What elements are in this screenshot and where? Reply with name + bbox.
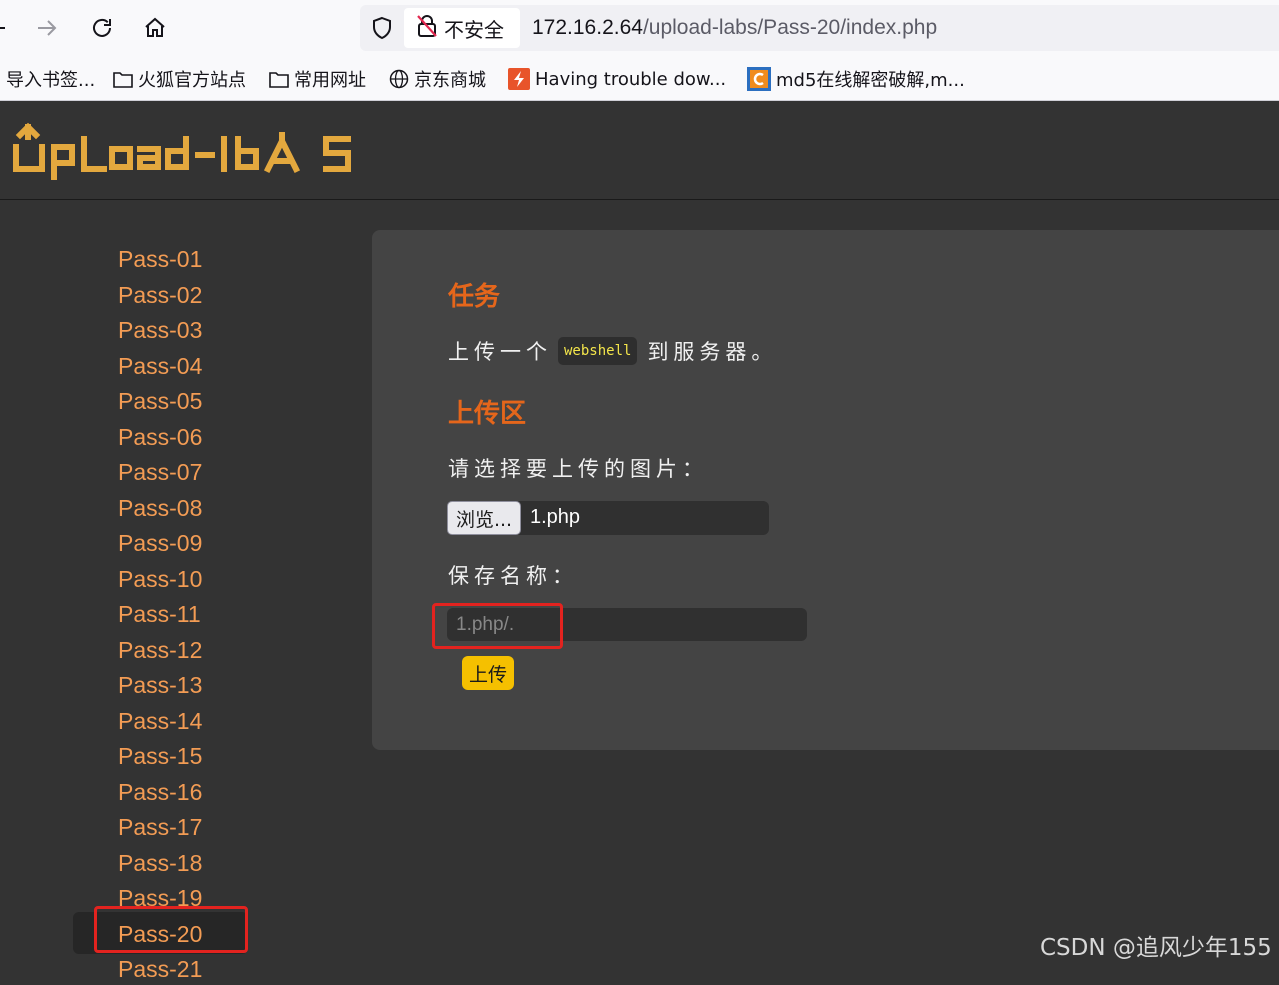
folder-icon [113,70,133,88]
bookmark-label: 常用网址 [294,70,366,91]
sidebar-item-pass-08[interactable]: Pass-08 [118,492,202,524]
security-label: 不安全 [444,17,504,42]
sidebar-item-pass-07[interactable]: Pass-07 [118,456,202,488]
security-indicator[interactable]: 不安全 [404,8,520,48]
choose-file-label: 请选择要上传的图片： [448,457,708,481]
sidebar-item-pass-17[interactable]: Pass-17 [118,811,202,843]
bookmark-md5[interactable]: md5在线解密破解,m... [747,67,965,91]
flash-icon [508,68,530,90]
bookmark-label: 京东商城 [414,70,486,91]
shield-icon[interactable] [370,16,394,45]
bookmark-common-sites[interactable]: 常用网址 [269,67,366,91]
reload-icon[interactable] [86,12,118,44]
sidebar-item-pass-15[interactable]: Pass-15 [118,740,202,772]
insecure-lock-icon [416,14,438,43]
task-prefix: 上传一个 [448,340,552,364]
file-input[interactable]: 浏览... 1.php [447,501,769,535]
sidebar-item-pass-06[interactable]: Pass-06 [118,421,202,453]
sidebar-item-pass-09[interactable]: Pass-09 [118,527,202,559]
browser-toolbar: 不安全 172.16.2.64/upload-labs/Pass-20/inde… [0,0,1279,57]
task-heading: 任务 [448,282,501,312]
annotation-red-box-save-name [432,603,563,649]
bookmark-import[interactable]: 导入书签... [6,67,95,91]
bookmark-label: md5在线解密破解,m... [776,70,965,91]
sidebar: Pass-01 Pass-02 Pass-03 Pass-04 Pass-05 … [0,200,372,982]
home-icon[interactable] [139,12,171,44]
folder-icon [269,70,289,88]
tab-edge [0,27,5,29]
webshell-code: webshell [558,337,638,365]
bookmark-label: 导入书签... [6,70,96,91]
bookmark-label: 火狐官方站点 [138,70,246,91]
url-host: 172.16.2.64 [532,16,643,39]
c-logo-icon [747,67,771,91]
bookmark-firefox-site[interactable]: 火狐官方站点 [113,67,246,91]
bookmark-label: Having trouble dow... [535,68,727,90]
sidebar-item-pass-05[interactable]: Pass-05 [118,385,202,417]
globe-icon [389,69,409,89]
url-text[interactable]: 172.16.2.64/upload-labs/Pass-20/index.ph… [532,16,937,40]
task-description: 上传一个 webshell 到服务器。 [448,336,777,366]
sidebar-item-pass-18[interactable]: Pass-18 [118,847,202,879]
sidebar-item-pass-21[interactable]: Pass-21 [118,953,202,985]
browse-button[interactable]: 浏览... [447,501,521,535]
sidebar-item-pass-04[interactable]: Pass-04 [118,350,202,382]
selected-file-name: 1.php [530,506,581,528]
upload-labs-logo[interactable] [12,117,357,187]
address-bar[interactable]: 不安全 172.16.2.64/upload-labs/Pass-20/inde… [360,5,1279,51]
sidebar-item-pass-02[interactable]: Pass-02 [118,279,202,311]
sidebar-item-pass-13[interactable]: Pass-13 [118,669,202,701]
annotation-red-box-pass-20 [94,906,248,953]
csdn-watermark: CSDN @追风少年155 [1040,935,1272,961]
url-path: /upload-labs/Pass-20/index.php [642,16,938,39]
task-suffix: 到服务器。 [647,340,778,364]
sidebar-item-pass-12[interactable]: Pass-12 [118,634,202,666]
sidebar-item-pass-01[interactable]: Pass-01 [118,243,202,275]
sidebar-item-pass-16[interactable]: Pass-16 [118,776,202,808]
forward-arrow-icon[interactable] [31,12,63,44]
sidebar-item-pass-14[interactable]: Pass-14 [118,705,202,737]
sidebar-item-pass-10[interactable]: Pass-10 [118,563,202,595]
bookmark-jd[interactable]: 京东商城 [389,67,486,91]
sidebar-item-pass-03[interactable]: Pass-03 [118,314,202,346]
bookmarks-bar: 导入书签... 火狐官方站点 常用网址 京东商城 Having trouble … [0,57,1279,101]
save-name-label: 保存名称： [448,564,578,588]
bookmark-having-trouble[interactable]: Having trouble dow... [508,67,726,91]
site-header [0,101,1279,200]
main-panel: 任务 上传一个 webshell 到服务器。 上传区 请选择要上传的图片： 浏览… [372,230,1279,750]
upload-area-heading: 上传区 [448,399,527,429]
sidebar-item-pass-11[interactable]: Pass-11 [118,598,201,630]
upload-button[interactable]: 上传 [462,656,514,690]
